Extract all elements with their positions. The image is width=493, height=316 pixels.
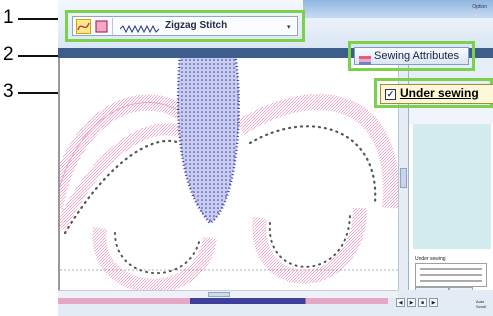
panel-body [413,124,491,249]
panel-tabs[interactable] [409,106,493,124]
under-sewing-checkbox[interactable]: ✓ [385,89,396,100]
vertical-scroll-thumb[interactable] [400,168,407,188]
zigzag-stitch-icon [119,21,160,34]
callout-frame-2: Sewing Attributes [348,41,475,71]
callout-number-2: 2 [3,44,14,65]
stitch-timeline[interactable] [58,298,388,304]
callout-frame-3: ✓ Under sewing [374,78,493,108]
pink-petal-right-lower [252,207,367,284]
prev-button[interactable]: ◀ [396,298,405,307]
under-sewing-title: Under sewing [415,256,446,262]
ribbon-bar: Option [303,0,493,18]
auto-scroll-label[interactable]: Auto Scroll [476,299,493,309]
chevron-down-icon[interactable]: ▾ [287,23,291,31]
blue-center-body [176,58,240,225]
under-sewing-setting: ✓ Under sewing [380,84,493,104]
stitch-type-toolbar: Zigzag Stitch ▾ [72,16,298,36]
sewing-attributes-icon [359,52,371,65]
embroidery-design [60,58,400,290]
under-sewing-label[interactable]: Under sewing [400,86,479,100]
pink-petal-right-outer [235,94,399,209]
callout-frame-1: Zigzag Stitch ▾ [65,10,305,42]
stop-button[interactable]: ■ [418,298,427,307]
pink-petal-left-lower [92,227,217,290]
horizontal-scrollbar[interactable] [58,290,398,298]
next-button[interactable]: ▶ [429,298,438,307]
callout-number-1: 1 [3,7,14,28]
sewing-attributes-button[interactable]: Sewing Attributes [354,47,469,65]
design-canvas[interactable] [58,58,400,290]
stitch-type-label[interactable]: Zigzag Stitch [165,20,227,31]
toolbar-separator [112,18,113,35]
callout-number-3: 3 [3,81,14,102]
under-sewing-preview [415,263,487,287]
sewing-attributes-label: Sewing Attributes [374,50,459,62]
region-sewing-icon[interactable] [94,19,109,34]
play-button[interactable]: ▶ [407,298,416,307]
ribbon-tab-option[interactable]: Option [472,4,487,10]
line-sewing-icon[interactable] [76,19,91,34]
horizontal-scroll-thumb[interactable] [208,292,230,297]
